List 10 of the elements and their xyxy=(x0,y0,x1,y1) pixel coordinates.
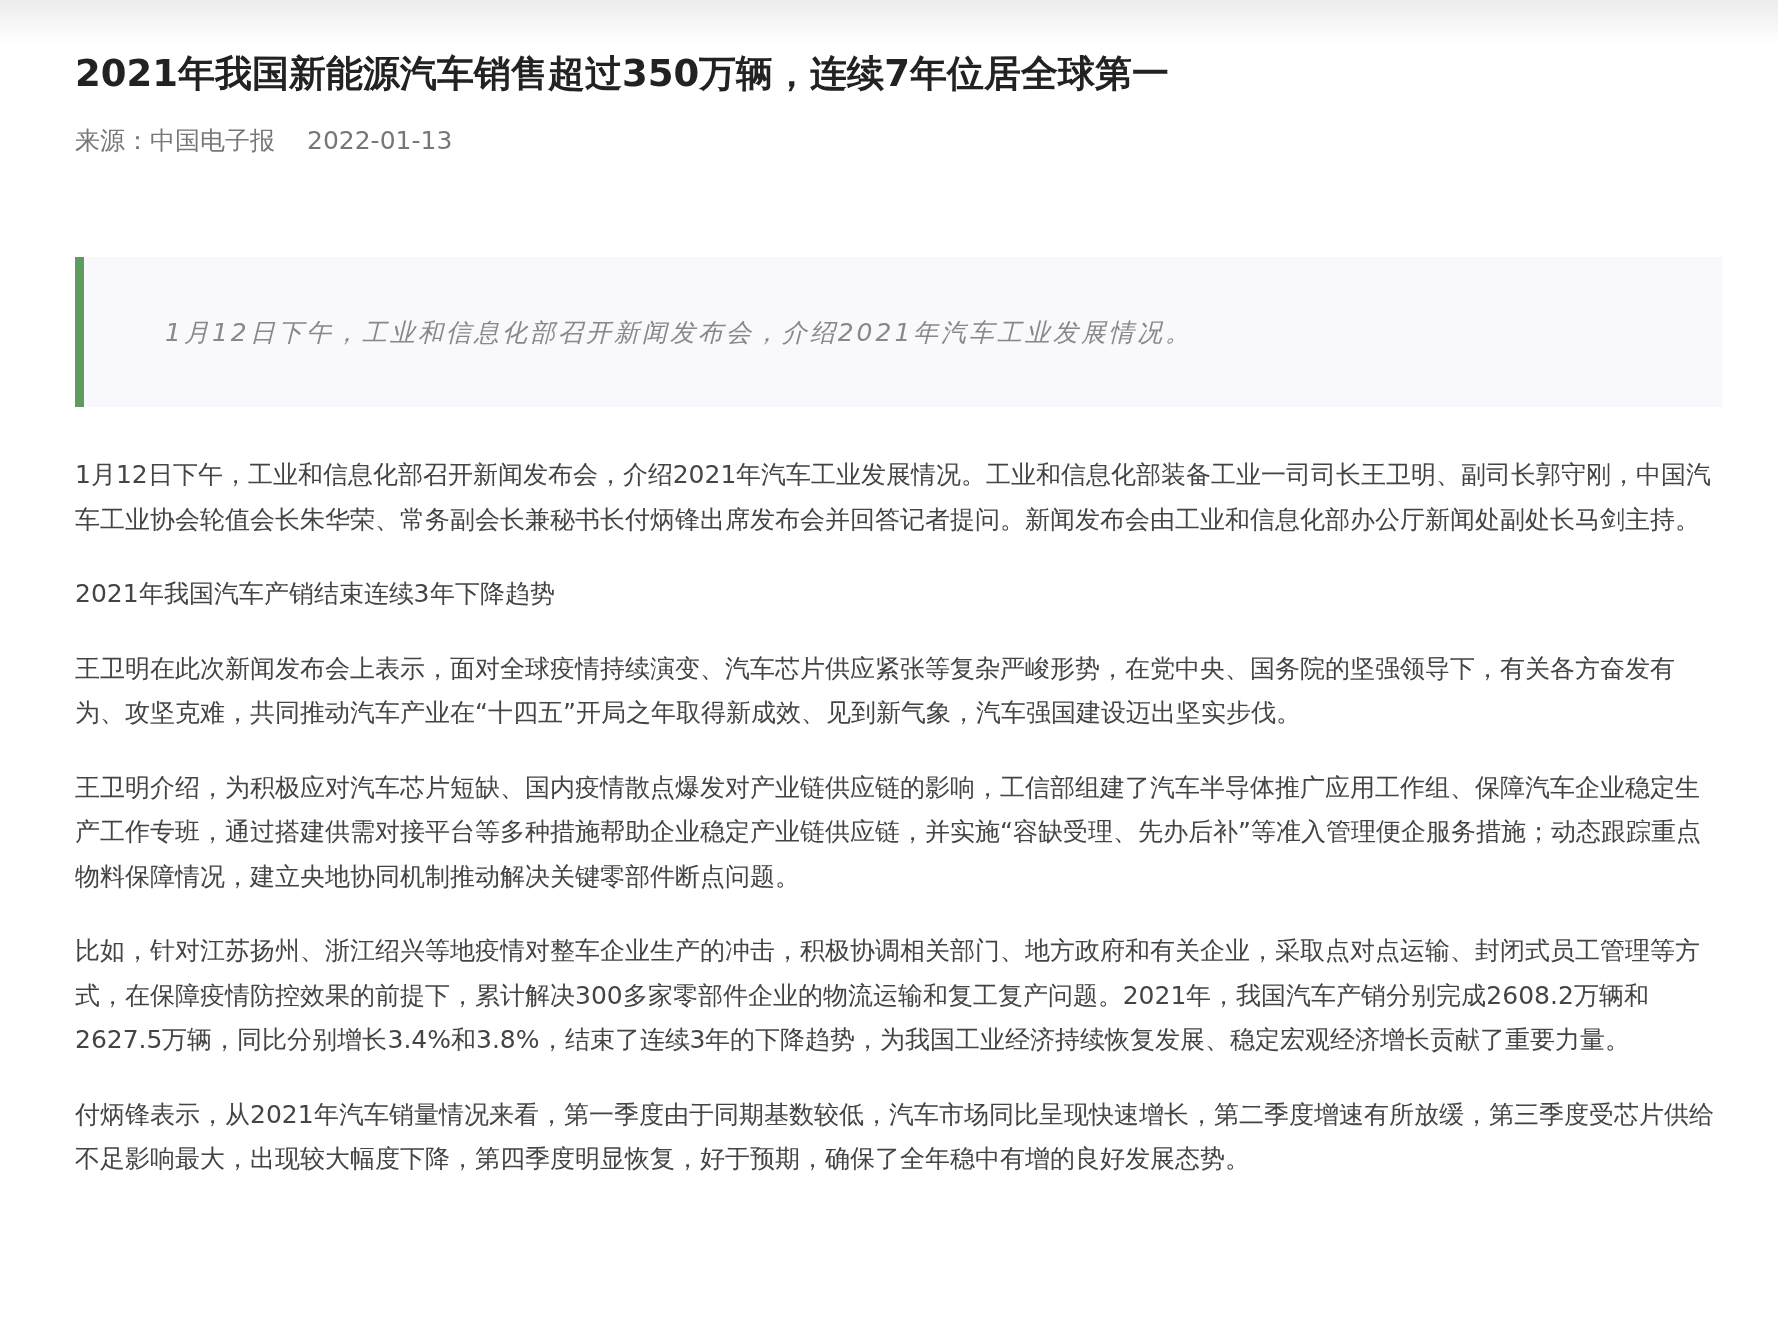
body-paragraph: 2021年我国汽车产销结束连续3年下降趋势 xyxy=(75,578,556,610)
publish-date: 2022-01-13 xyxy=(307,125,453,157)
body-paragraph: 付炳锋表示，从2021年汽车销量情况来看，第一季度由于同期基数较低，汽车市场同比呈现快速增长，第二季度增速有所放缓，第三季度受芯片供给不足影响最大，出现较大幅度下降，第四季度明显恢复，好于预期，确保了全年稳中有增的良好发展态势。 xyxy=(75,1098,1715,1175)
source-label: 来源：中国电子报 xyxy=(75,125,275,157)
body-paragraph: 1月12日下午，工业和信息化部召开新闻发布会，介绍2021年汽车工业发展情况。工业和信息化部装备工业一司司长王卫明、副司长郭守刚，中国汽车工业协会轮值会长朱华荣、常务副会长兼秘书长付炳锋出席发布会并回答记者提问。新闻发布会由工业和信息化部办公厅新闻处副处长马剑主持。 xyxy=(75,459,1713,536)
body-paragraph: 比如，针对江苏扬州、浙江绍兴等地疫情对整车企业生产的冲击，积极协调相关部门、地方政府和有关企业，采取点对点运输、封闭式员工管理等方式，在保障疫情防控效果的前提下，累计解决300多家零部件企业的物流运输和复工复产问题。2021年，我国汽车产销分别完成2608.2万辆和2627.5万辆，同比分别增长3.4%和3.8%，结束了连续3年的下降趋势，为我国工业经济持续恢复发展、稳定宏观经济增长贡献了重要力量。 xyxy=(75,935,1701,1056)
body-paragraph: 王卫明在此次新闻发布会上表示，面对全球疫情持续演变、汽车芯片供应紧张等复杂严峻形势，在党中央、国务院的坚强领导下，有关各方奋发有为、攻坚克难，共同推动汽车产业在“十四五”开局之年取得新成效、见到新气象，汽车强国建设迈出坚实步伐。 xyxy=(75,652,1676,729)
body-paragraph: 王卫明介绍，为积极应对汽车芯片短缺、国内疫情散点爆发对产业链供应链的影响，工信部组建了汽车半导体推广应用工作组、保障汽车企业稳定生产工作专班，通过搭建供需对接平台等多种措施帮助企业稳定产业链供应链，并实施“容缺受理、先办后补”等准入管理便企服务措施；动态跟踪重点物料保障情况，建立央地协同机制推动解决关键零部件断点问题。 xyxy=(75,771,1702,893)
quote-text: 1月12日下午，工业和信息化部召开新闻发布会，介绍2021年汽车工业发展情况。 xyxy=(165,317,1195,349)
article-title: 2021年我国新能源汽车销售超过350万辆，连续7年位居全球第一 xyxy=(75,51,1170,97)
